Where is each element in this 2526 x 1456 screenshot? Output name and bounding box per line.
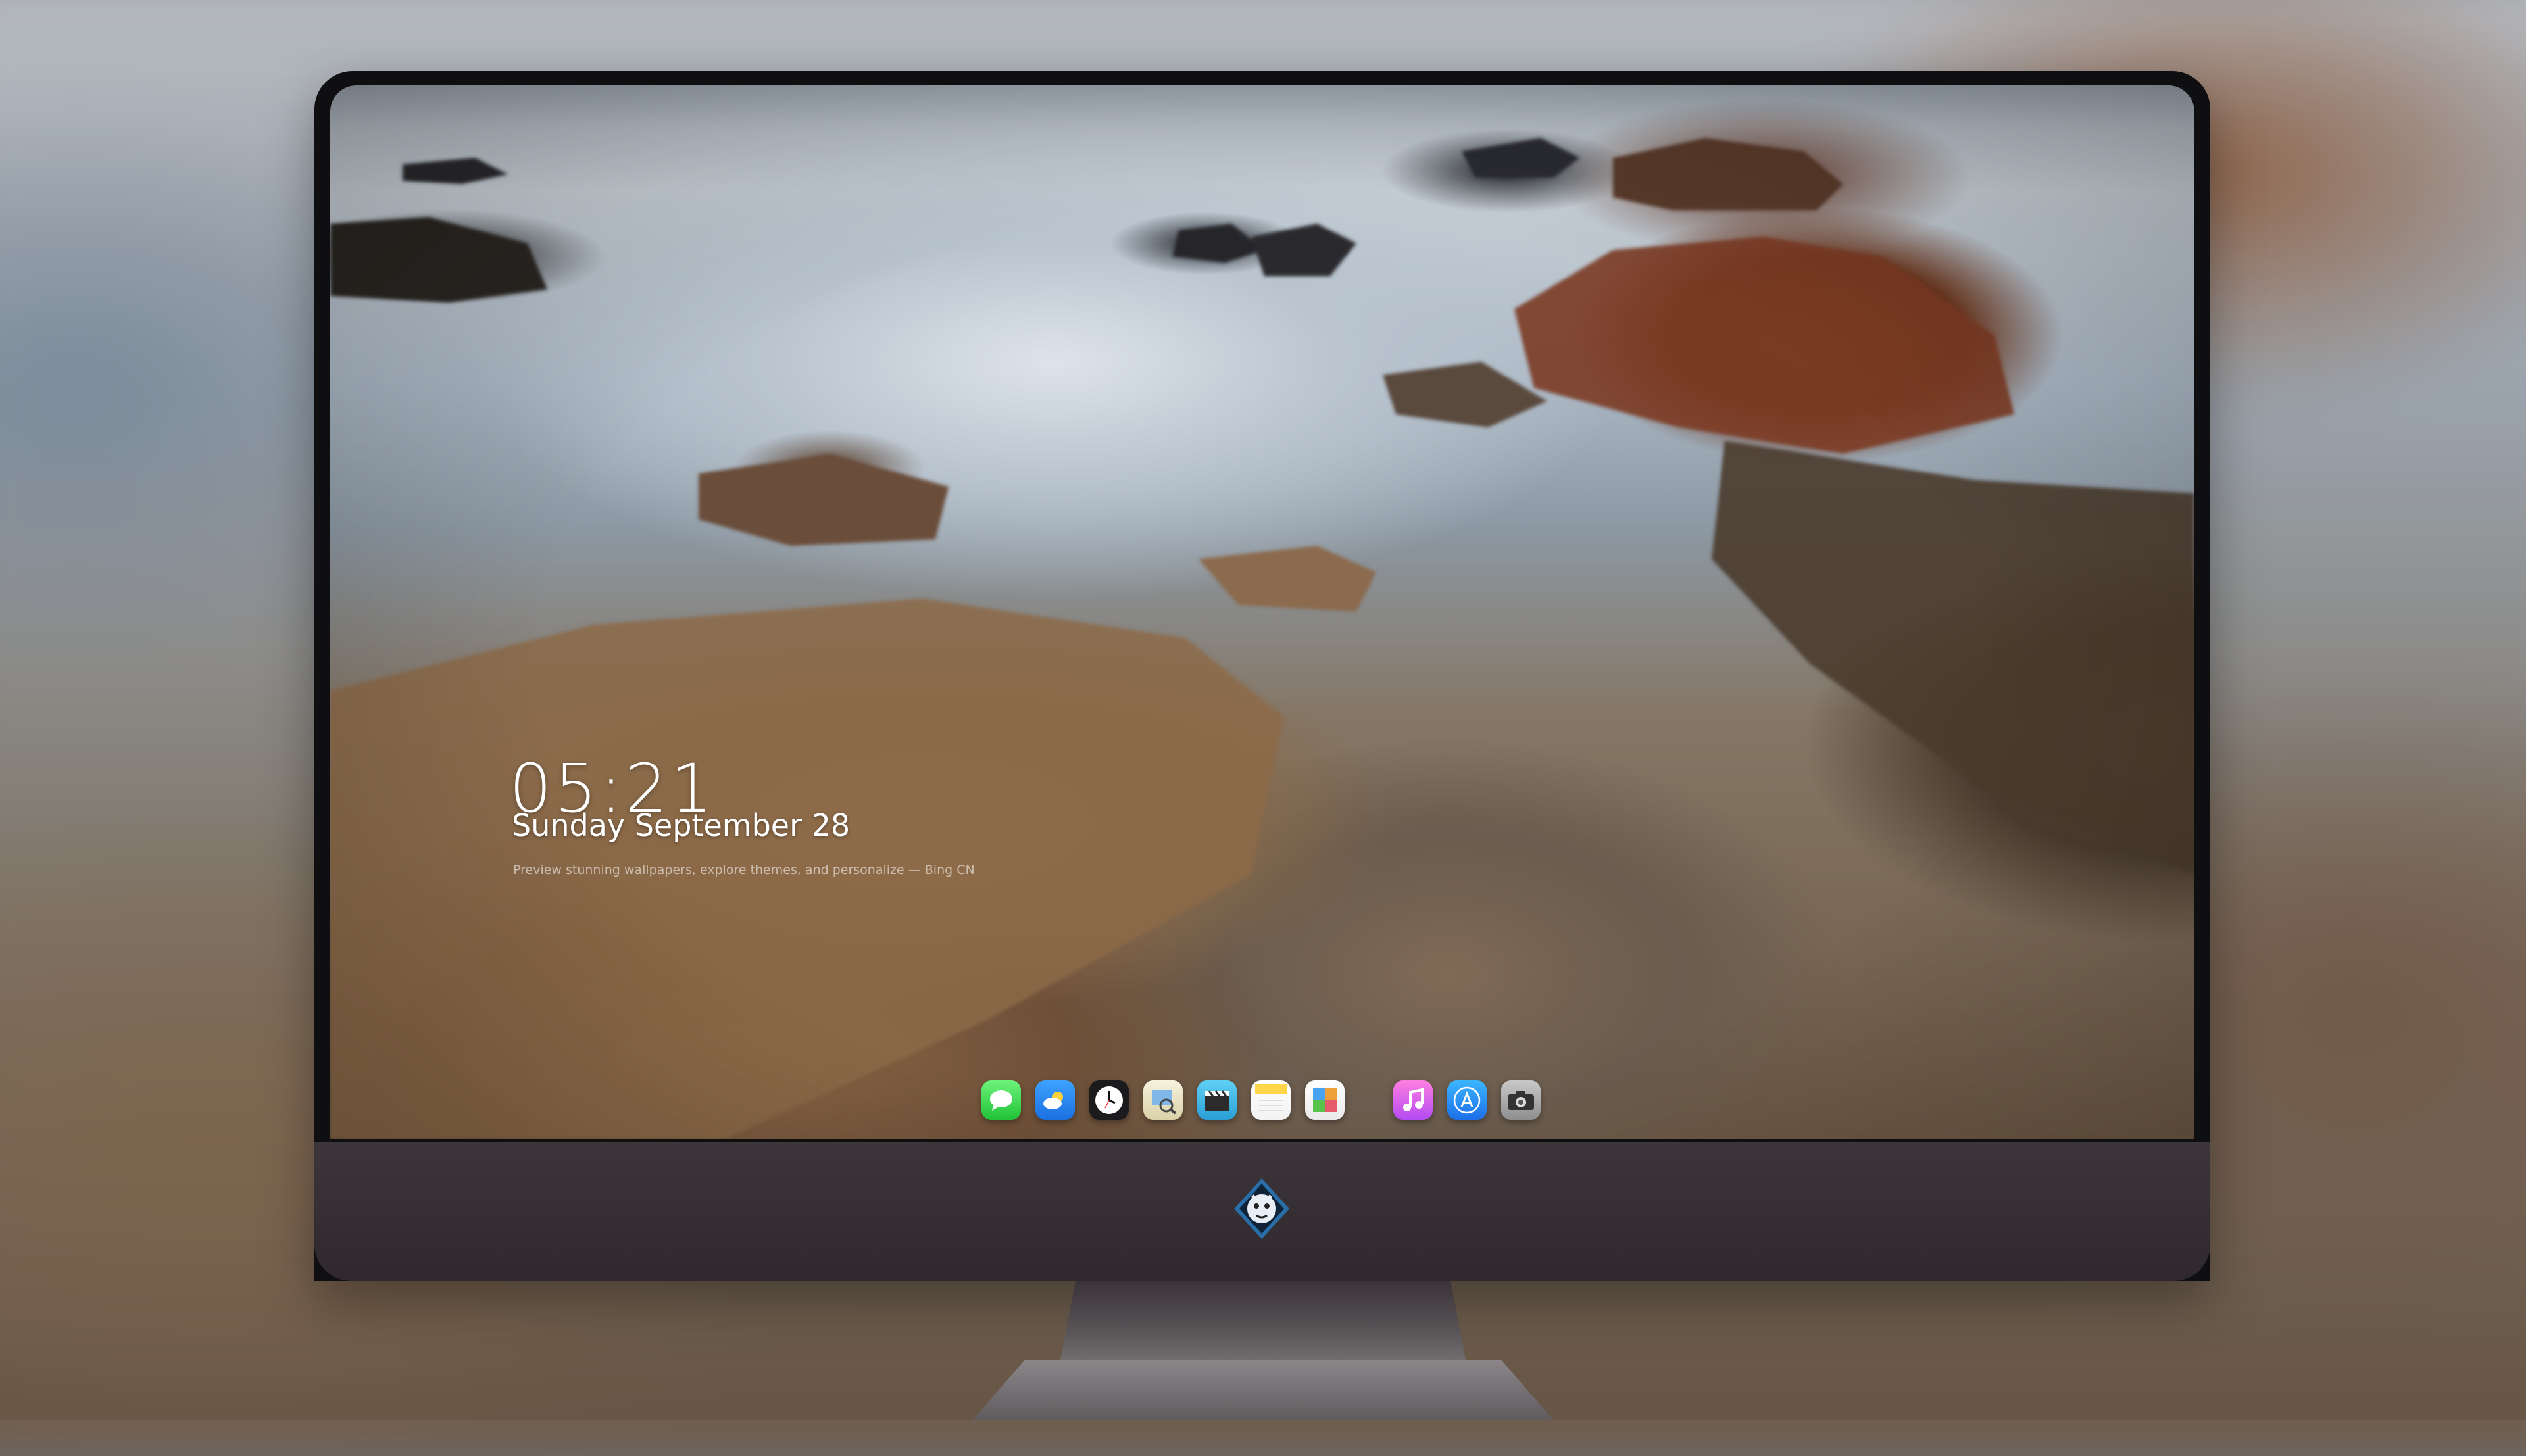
wallpaper-credit: Preview stunning wallpapers, explore the… [513, 863, 975, 877]
lockscreen-date: Sunday September 28 [512, 808, 851, 843]
shield-mascot-logo [1229, 1176, 1295, 1242]
music-icon[interactable] [1393, 1080, 1433, 1120]
monitor-frame: 05:21 Sunday September 28 Preview stunni… [314, 71, 2210, 1281]
screen-vignette [330, 85, 2194, 1139]
messages-icon[interactable] [981, 1080, 1021, 1120]
dock [968, 1069, 1580, 1132]
camera-icon[interactable] [1501, 1080, 1541, 1120]
preview-icon[interactable] [1143, 1080, 1183, 1120]
monitor-stand-base [972, 1360, 1554, 1420]
monitor-stand-neck [1059, 1281, 1467, 1367]
clock-icon[interactable] [1089, 1080, 1129, 1120]
photos-icon[interactable] [1305, 1080, 1345, 1120]
weather-icon[interactable] [1035, 1080, 1075, 1120]
desktop-screen: 05:21 Sunday September 28 Preview stunni… [330, 85, 2194, 1139]
app-store-icon[interactable] [1447, 1080, 1487, 1120]
dock-separator [1359, 1080, 1379, 1120]
notes-icon[interactable] [1251, 1080, 1291, 1120]
clips-icon[interactable] [1197, 1080, 1237, 1120]
